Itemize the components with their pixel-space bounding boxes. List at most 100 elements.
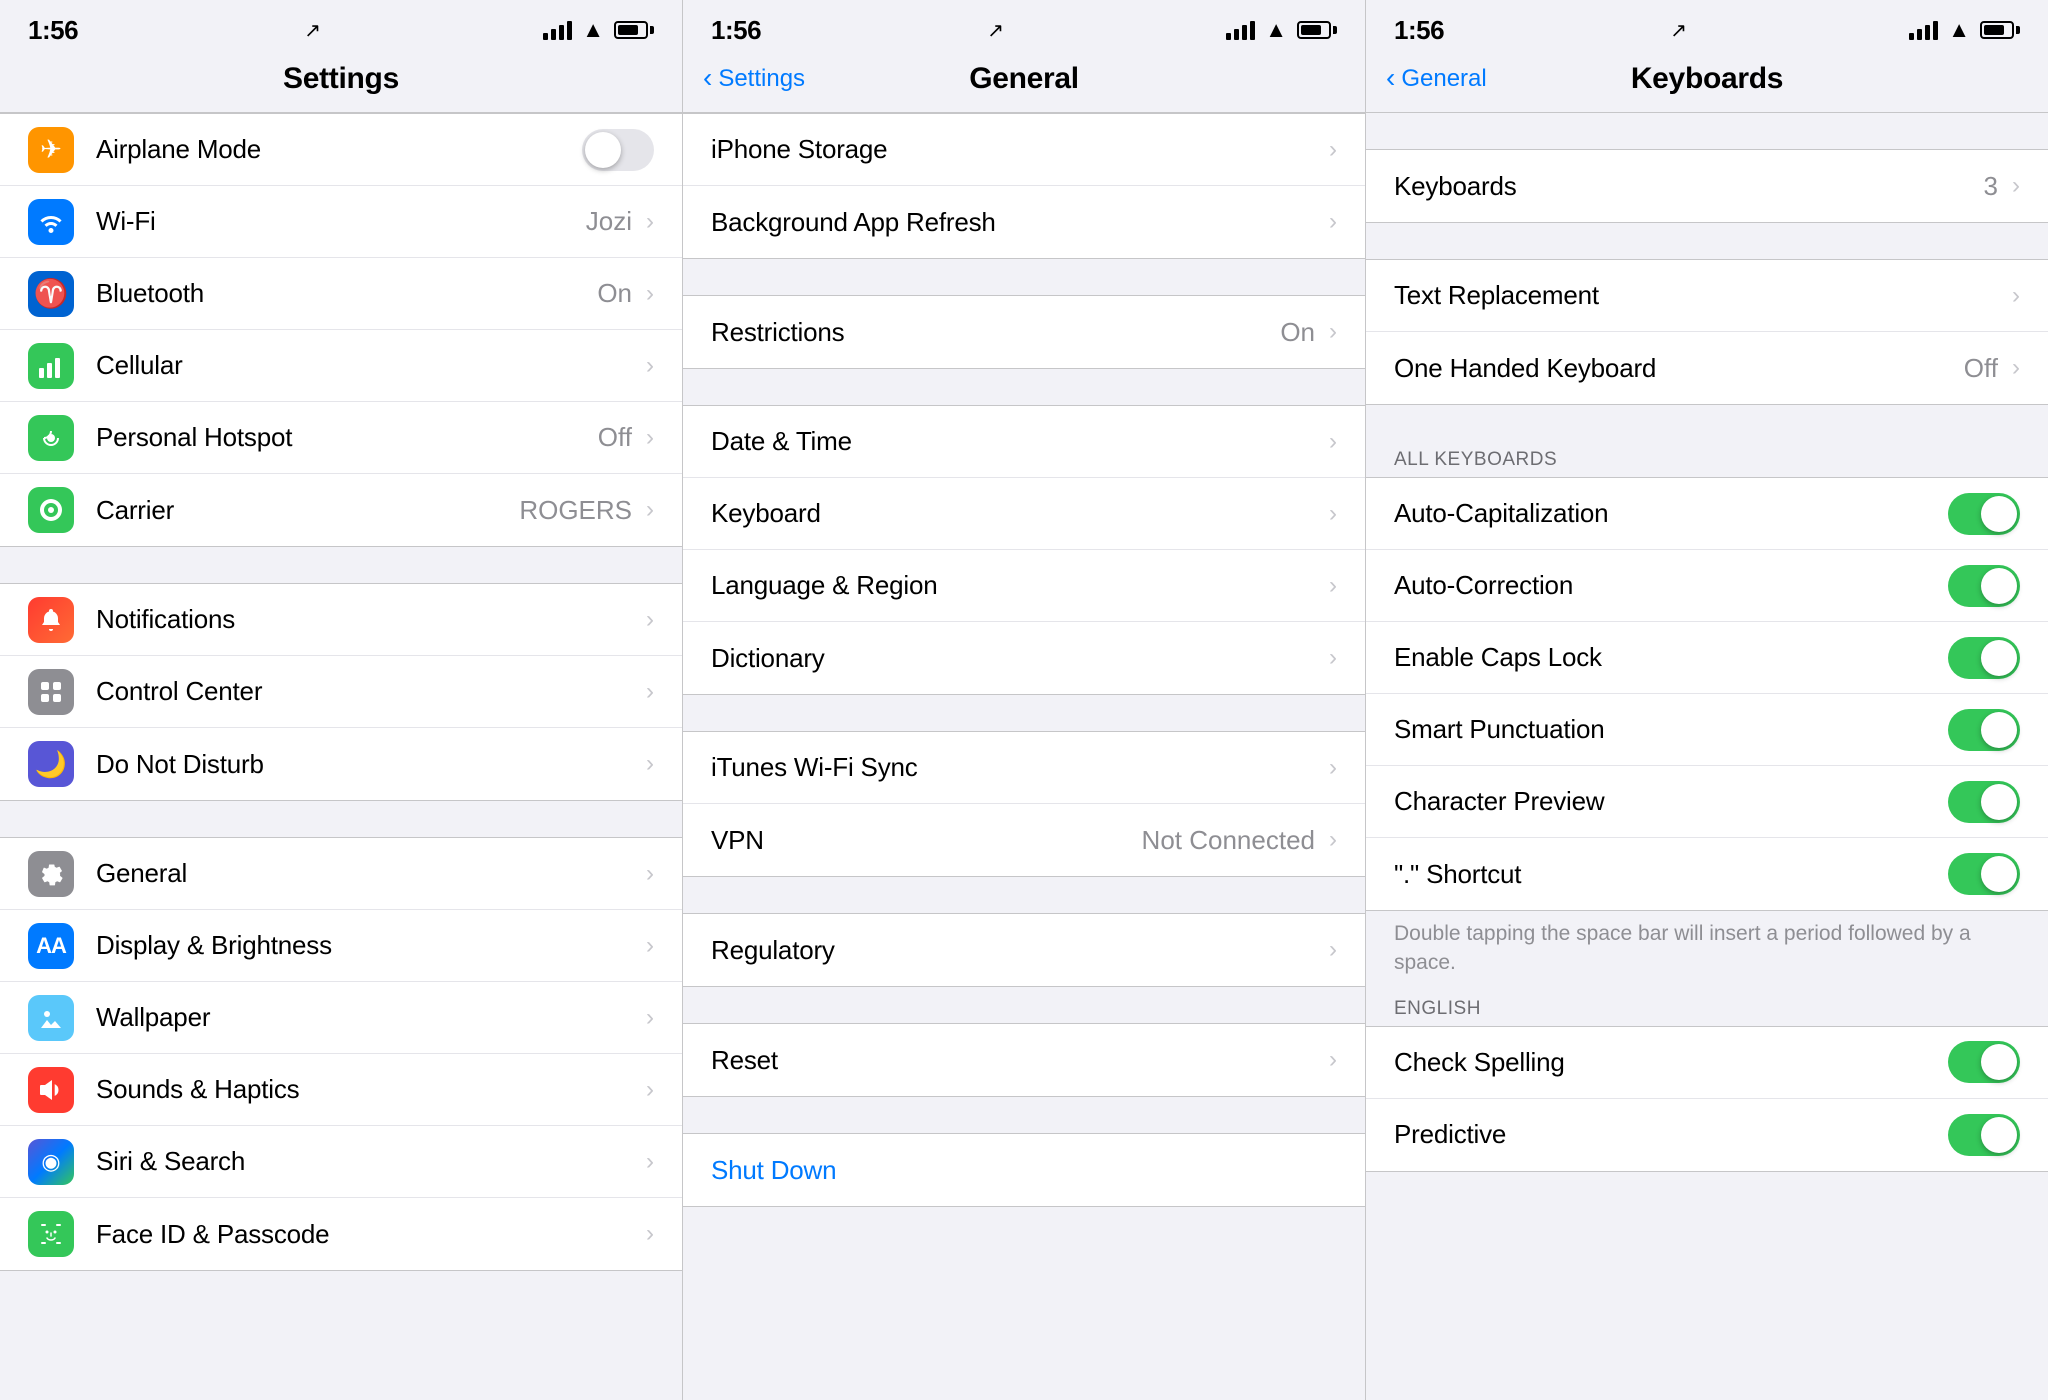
check-spelling-toggle[interactable] xyxy=(1948,1041,2020,1083)
status-time-2: 1:56 xyxy=(711,15,761,46)
cellular-row[interactable]: Cellular › xyxy=(0,330,682,402)
wifi-row[interactable]: Wi-Fi Jozi › xyxy=(0,186,682,258)
gap-g5 xyxy=(683,987,1365,1023)
display-brightness-row[interactable]: AA Display & Brightness › xyxy=(0,910,682,982)
gap-k1 xyxy=(1366,223,2048,259)
enable-caps-lock-toggle[interactable] xyxy=(1948,637,2020,679)
background-app-refresh-chevron: › xyxy=(1329,208,1337,236)
character-preview-row[interactable]: Character Preview xyxy=(1366,766,2048,838)
text-replacement-chevron: › xyxy=(2012,282,2020,310)
keyboards-count-row[interactable]: Keyboards 3 › xyxy=(1366,150,2048,222)
control-center-row[interactable]: Control Center › xyxy=(0,656,682,728)
bluetooth-label: Bluetooth xyxy=(96,278,597,309)
background-app-refresh-row[interactable]: Background App Refresh › xyxy=(683,186,1365,258)
bar-4 xyxy=(567,21,572,40)
smart-punctuation-row[interactable]: Smart Punctuation xyxy=(1366,694,2048,766)
wallpaper-icon xyxy=(28,995,74,1041)
siri-search-label: Siri & Search xyxy=(96,1146,642,1177)
back-label-keyboards: General xyxy=(1401,65,1486,93)
period-shortcut-label: "." Shortcut xyxy=(1394,859,1940,890)
siri-search-row[interactable]: ◉ Siri & Search › xyxy=(0,1126,682,1198)
screens-container: 1:56 ↗ ▲ Settings xyxy=(0,0,2048,1400)
language-region-label: Language & Region xyxy=(711,570,1325,601)
page-title-keyboards: Keyboards xyxy=(1631,62,1783,96)
sounds-haptics-row[interactable]: Sounds & Haptics › xyxy=(0,1054,682,1126)
signal-bars-3 xyxy=(1909,21,1938,40)
date-time-row[interactable]: Date & Time › xyxy=(683,406,1365,478)
check-spelling-row[interactable]: Check Spelling xyxy=(1366,1027,2048,1099)
itunes-wifi-sync-row[interactable]: iTunes Wi-Fi Sync › xyxy=(683,732,1365,804)
auto-correction-toggle[interactable] xyxy=(1948,565,2020,607)
notifications-row[interactable]: Notifications › xyxy=(0,584,682,656)
display-brightness-chevron: › xyxy=(646,932,654,960)
general-scroll[interactable]: iPhone Storage › Background App Refresh … xyxy=(683,113,1365,1400)
back-button-general[interactable]: ‹ Settings xyxy=(703,65,805,93)
location-icon-1: ↗ xyxy=(304,18,321,43)
bluetooth-chevron: › xyxy=(646,280,654,308)
wallpaper-chevron: › xyxy=(646,1004,654,1032)
predictive-toggle[interactable] xyxy=(1948,1114,2020,1156)
back-chevron-general: ‹ xyxy=(703,64,712,92)
bluetooth-icon: ♈ xyxy=(28,271,74,317)
wifi-icon xyxy=(28,199,74,245)
bluetooth-row[interactable]: ♈ Bluetooth On › xyxy=(0,258,682,330)
nav-header-3: ‹ General Keyboards xyxy=(1366,54,2048,113)
smart-punctuation-toggle[interactable] xyxy=(1948,709,2020,751)
auto-capitalization-toggle[interactable] xyxy=(1948,493,2020,535)
one-handed-keyboard-row[interactable]: One Handed Keyboard Off › xyxy=(1366,332,2048,404)
vpn-value: Not Connected xyxy=(1142,825,1315,856)
nav-header-1: Settings xyxy=(0,54,682,113)
reset-row[interactable]: Reset › xyxy=(683,1024,1365,1096)
keyboard-row[interactable]: Keyboard › xyxy=(683,478,1365,550)
period-shortcut-toggle[interactable] xyxy=(1948,853,2020,895)
wallpaper-row[interactable]: Wallpaper › xyxy=(0,982,682,1054)
general-row[interactable]: General › xyxy=(0,838,682,910)
text-replacement-row[interactable]: Text Replacement › xyxy=(1366,260,2048,332)
enable-caps-lock-row[interactable]: Enable Caps Lock xyxy=(1366,622,2048,694)
regulatory-row[interactable]: Regulatory › xyxy=(683,914,1365,986)
restrictions-row[interactable]: Restrictions On › xyxy=(683,296,1365,368)
shut-down-row[interactable]: Shut Down xyxy=(683,1134,1365,1206)
wifi-value: Jozi xyxy=(586,206,632,237)
carrier-icon xyxy=(28,487,74,533)
predictive-label: Predictive xyxy=(1394,1119,1940,1150)
shut-down-label: Shut Down xyxy=(711,1155,1337,1186)
back-label-general: Settings xyxy=(718,65,805,93)
airplane-mode-row[interactable]: ✈ Airplane Mode xyxy=(0,114,682,186)
settings-scroll[interactable]: ✈ Airplane Mode Wi-Fi Jozi › xyxy=(0,113,682,1400)
character-preview-toggle[interactable] xyxy=(1948,781,2020,823)
restrictions-section: Restrictions On › xyxy=(683,295,1365,369)
reset-section: Reset › xyxy=(683,1023,1365,1097)
iphone-storage-row[interactable]: iPhone Storage › xyxy=(683,114,1365,186)
gap-g3 xyxy=(683,695,1365,731)
face-id-row[interactable]: Face ID & Passcode › xyxy=(0,1198,682,1270)
iphone-storage-chevron: › xyxy=(1329,136,1337,164)
airplane-mode-toggle[interactable] xyxy=(582,129,654,171)
dictionary-row[interactable]: Dictionary › xyxy=(683,622,1365,694)
control-center-label: Control Center xyxy=(96,676,642,707)
background-app-refresh-label: Background App Refresh xyxy=(711,207,1325,238)
keyboards-scroll[interactable]: Keyboards 3 › Text Replacement › One Han… xyxy=(1366,113,2048,1400)
restrictions-label: Restrictions xyxy=(711,317,1280,348)
do-not-disturb-row[interactable]: 🌙 Do Not Disturb › xyxy=(0,728,682,800)
auto-capitalization-row[interactable]: Auto-Capitalization xyxy=(1366,478,2048,550)
predictive-row[interactable]: Predictive xyxy=(1366,1099,2048,1171)
keyboards-top-spacer xyxy=(1366,113,2048,149)
auto-correction-row[interactable]: Auto-Correction xyxy=(1366,550,2048,622)
personal-hotspot-icon xyxy=(28,415,74,461)
personal-hotspot-row[interactable]: Personal Hotspot Off › xyxy=(0,402,682,474)
smart-punctuation-label: Smart Punctuation xyxy=(1394,714,1940,745)
control-center-icon xyxy=(28,669,74,715)
language-region-row[interactable]: Language & Region › xyxy=(683,550,1365,622)
vpn-row[interactable]: VPN Not Connected › xyxy=(683,804,1365,876)
cellular-chevron: › xyxy=(646,352,654,380)
keyboards-count-chevron: › xyxy=(2012,172,2020,200)
enable-caps-lock-label: Enable Caps Lock xyxy=(1394,642,1940,673)
bar-1 xyxy=(543,33,548,40)
regulatory-chevron: › xyxy=(1329,936,1337,964)
cellular-label: Cellular xyxy=(96,350,642,381)
back-button-keyboards[interactable]: ‹ General xyxy=(1386,65,1487,93)
period-shortcut-row[interactable]: "." Shortcut xyxy=(1366,838,2048,910)
carrier-row[interactable]: Carrier ROGERS › xyxy=(0,474,682,546)
do-not-disturb-label: Do Not Disturb xyxy=(96,749,642,780)
